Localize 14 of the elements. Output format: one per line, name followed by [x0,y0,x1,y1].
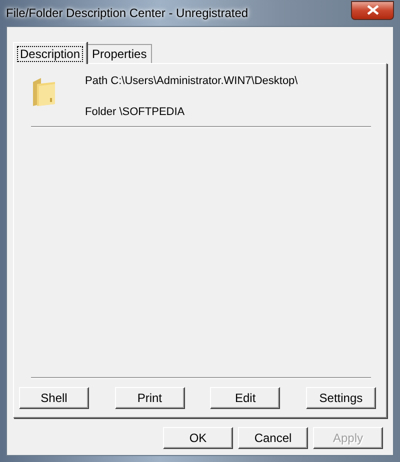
dialog-button[interactable]: OK [163,427,233,449]
close-icon [366,5,378,15]
folder-text: Folder \SOFTPEDIA [85,106,186,118]
window-title: File/Folder Description Center - Unregistrated [6,6,248,20]
tab[interactable]: Properties [87,44,152,63]
action-button[interactable]: Print [114,387,185,409]
action-button[interactable]: Shell [19,387,89,409]
path-text: Path C:\Users\Administrator.WIN7\Desktop\ [85,75,298,87]
action-button[interactable]: Settings [306,387,376,409]
folder-icon [31,76,57,108]
tab[interactable]: Description [13,42,88,64]
dialog-button[interactable]: Cancel [238,427,308,449]
action-button[interactable]: Edit [210,387,280,409]
close-button[interactable] [351,0,394,20]
